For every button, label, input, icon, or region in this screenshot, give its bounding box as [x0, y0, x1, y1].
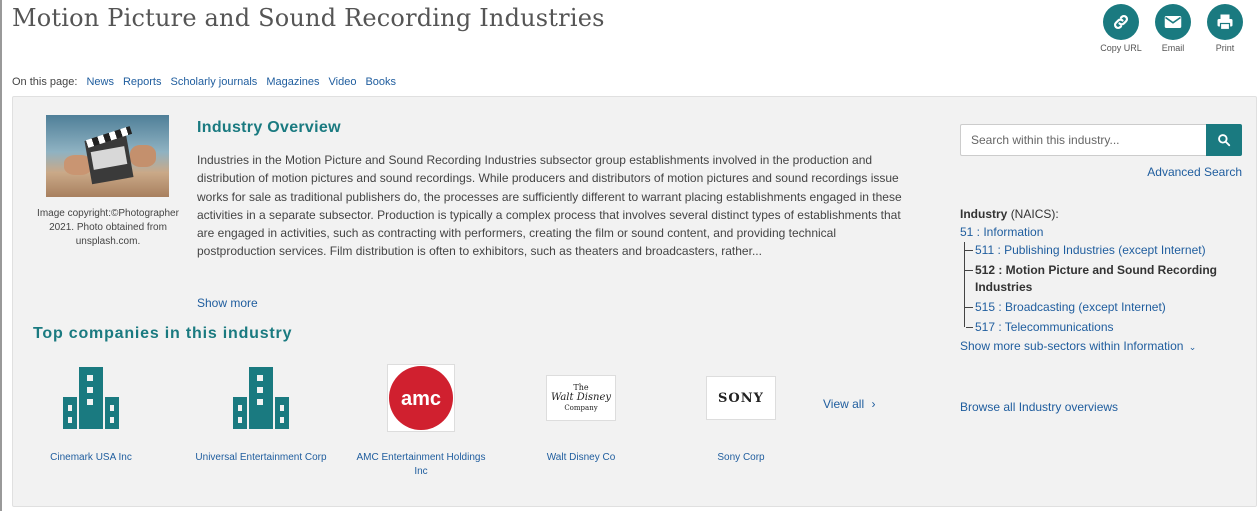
nav-link-news[interactable]: News	[86, 76, 114, 88]
nav-link-books[interactable]: Books	[365, 76, 396, 88]
industry-label: Industry	[960, 207, 1008, 221]
company-card-sony[interactable]: SONY Sony Corp	[671, 363, 811, 465]
company-card-amc[interactable]: amc AMC Entertainment Holdings Inc	[351, 363, 491, 479]
company-card-cinemark[interactable]: Cinemark USA Inc	[21, 363, 161, 465]
show-more-subsectors-link[interactable]: Show more sub-sectors within Information…	[960, 339, 1250, 353]
copy-url-button[interactable]: Copy URL	[1099, 4, 1143, 53]
subsector-link-511[interactable]: 511 : Publishing Industries (except Inte…	[965, 242, 1250, 259]
industry-search	[960, 124, 1242, 156]
print-label: Print	[1215, 43, 1235, 53]
view-all-link[interactable]: View all ›	[823, 397, 875, 411]
subsector-tree: 511 : Publishing Industries (except Inte…	[964, 242, 1250, 336]
chevron-down-icon: ⌄	[1188, 342, 1197, 352]
overview-text: Industries in the Motion Picture and Sou…	[197, 153, 902, 259]
search-button[interactable]	[1206, 124, 1242, 156]
amc-logo: amc	[387, 364, 455, 432]
page-title: Motion Picture and Sound Recording Indus…	[12, 4, 605, 32]
subsector-link-517[interactable]: 517 : Telecommunications	[965, 319, 1250, 336]
nav-link-video[interactable]: Video	[329, 76, 357, 88]
search-icon	[1218, 134, 1231, 147]
show-more-link[interactable]: Show more	[197, 296, 258, 310]
subsector-link-515[interactable]: 515 : Broadcasting (except Internet)	[965, 299, 1250, 316]
print-button[interactable]: Print	[1203, 4, 1247, 53]
industry-root-link[interactable]: 51 : Information	[960, 225, 1250, 239]
on-this-page-nav: On this page: News Reports Scholarly jou…	[12, 76, 396, 88]
industry-panel: Image copyright:©Photographer 2021. Phot…	[12, 96, 1257, 507]
overview-title: Industry Overview	[197, 119, 341, 136]
company-name[interactable]: AMC Entertainment Holdings Inc	[351, 451, 491, 479]
page-frame: Motion Picture and Sound Recording Indus…	[0, 0, 1259, 511]
browse-all-overviews-link[interactable]: Browse all Industry overviews	[960, 400, 1118, 414]
nav-link-magazines[interactable]: Magazines	[266, 76, 319, 88]
company-card-walt-disney[interactable]: The Walt Disney Company Walt Disney Co	[511, 363, 651, 465]
chevron-right-icon: ›	[871, 397, 876, 411]
sony-logo: SONY	[706, 376, 776, 420]
industry-image	[46, 115, 169, 197]
copy-url-label: Copy URL	[1100, 43, 1142, 53]
printer-icon	[1207, 4, 1243, 40]
nav-link-scholarly-journals[interactable]: Scholarly journals	[170, 76, 257, 88]
search-input[interactable]	[960, 124, 1206, 156]
building-icon	[226, 363, 296, 433]
disney-logo: The Walt Disney Company	[546, 375, 616, 421]
industry-naics-tree: Industry (NAICS): 51 : Information 511 :…	[960, 207, 1250, 353]
link-icon	[1103, 4, 1139, 40]
company-name[interactable]: Walt Disney Co	[511, 451, 651, 465]
subsector-current-512: 512 : Motion Picture and Sound Recording…	[965, 262, 1250, 296]
company-card-universal[interactable]: Universal Entertainment Corp	[191, 363, 331, 465]
image-caption: Image copyright:©Photographer 2021. Phot…	[37, 208, 179, 247]
nav-link-reports[interactable]: Reports	[123, 76, 162, 88]
on-this-page-label: On this page:	[12, 76, 78, 88]
svg-text:amc: amc	[401, 388, 441, 410]
building-icon	[56, 363, 126, 433]
advanced-search-link[interactable]: Advanced Search	[1147, 165, 1242, 179]
top-companies-title: Top companies in this industry	[33, 325, 293, 342]
page-actions: Copy URL Email Print	[1099, 4, 1247, 53]
company-name[interactable]: Cinemark USA Inc	[21, 451, 161, 465]
naics-label: (NAICS):	[1010, 207, 1059, 221]
email-label: Email	[1161, 43, 1185, 53]
envelope-icon	[1155, 4, 1191, 40]
company-name[interactable]: Universal Entertainment Corp	[191, 451, 331, 465]
company-name[interactable]: Sony Corp	[671, 451, 811, 465]
email-button[interactable]: Email	[1151, 4, 1195, 53]
